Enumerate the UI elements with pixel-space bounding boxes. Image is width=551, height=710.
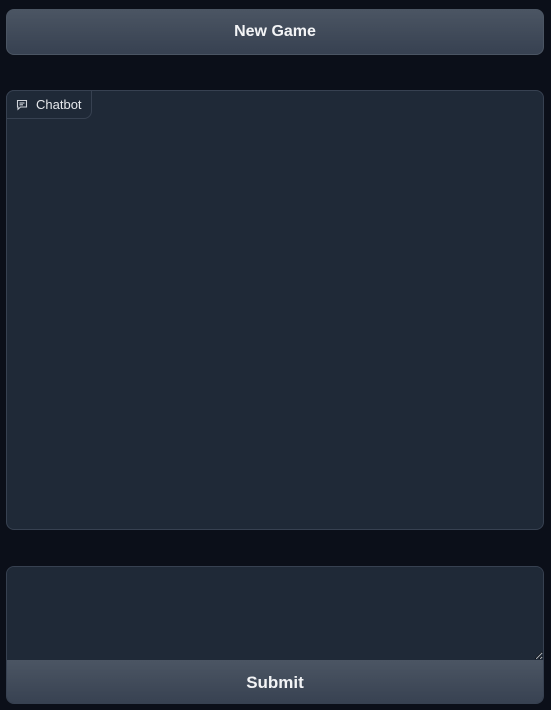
new-game-button[interactable]: New Game <box>6 9 544 55</box>
chatbot-label: Chatbot <box>36 97 82 112</box>
chatbot-label-badge: Chatbot <box>6 90 92 119</box>
submit-button[interactable]: Submit <box>7 660 543 703</box>
message-input-block: Submit <box>6 566 544 704</box>
chat-bubble-icon <box>16 99 28 111</box>
chatbot-panel: Chatbot <box>6 90 544 530</box>
message-input[interactable] <box>7 567 543 660</box>
